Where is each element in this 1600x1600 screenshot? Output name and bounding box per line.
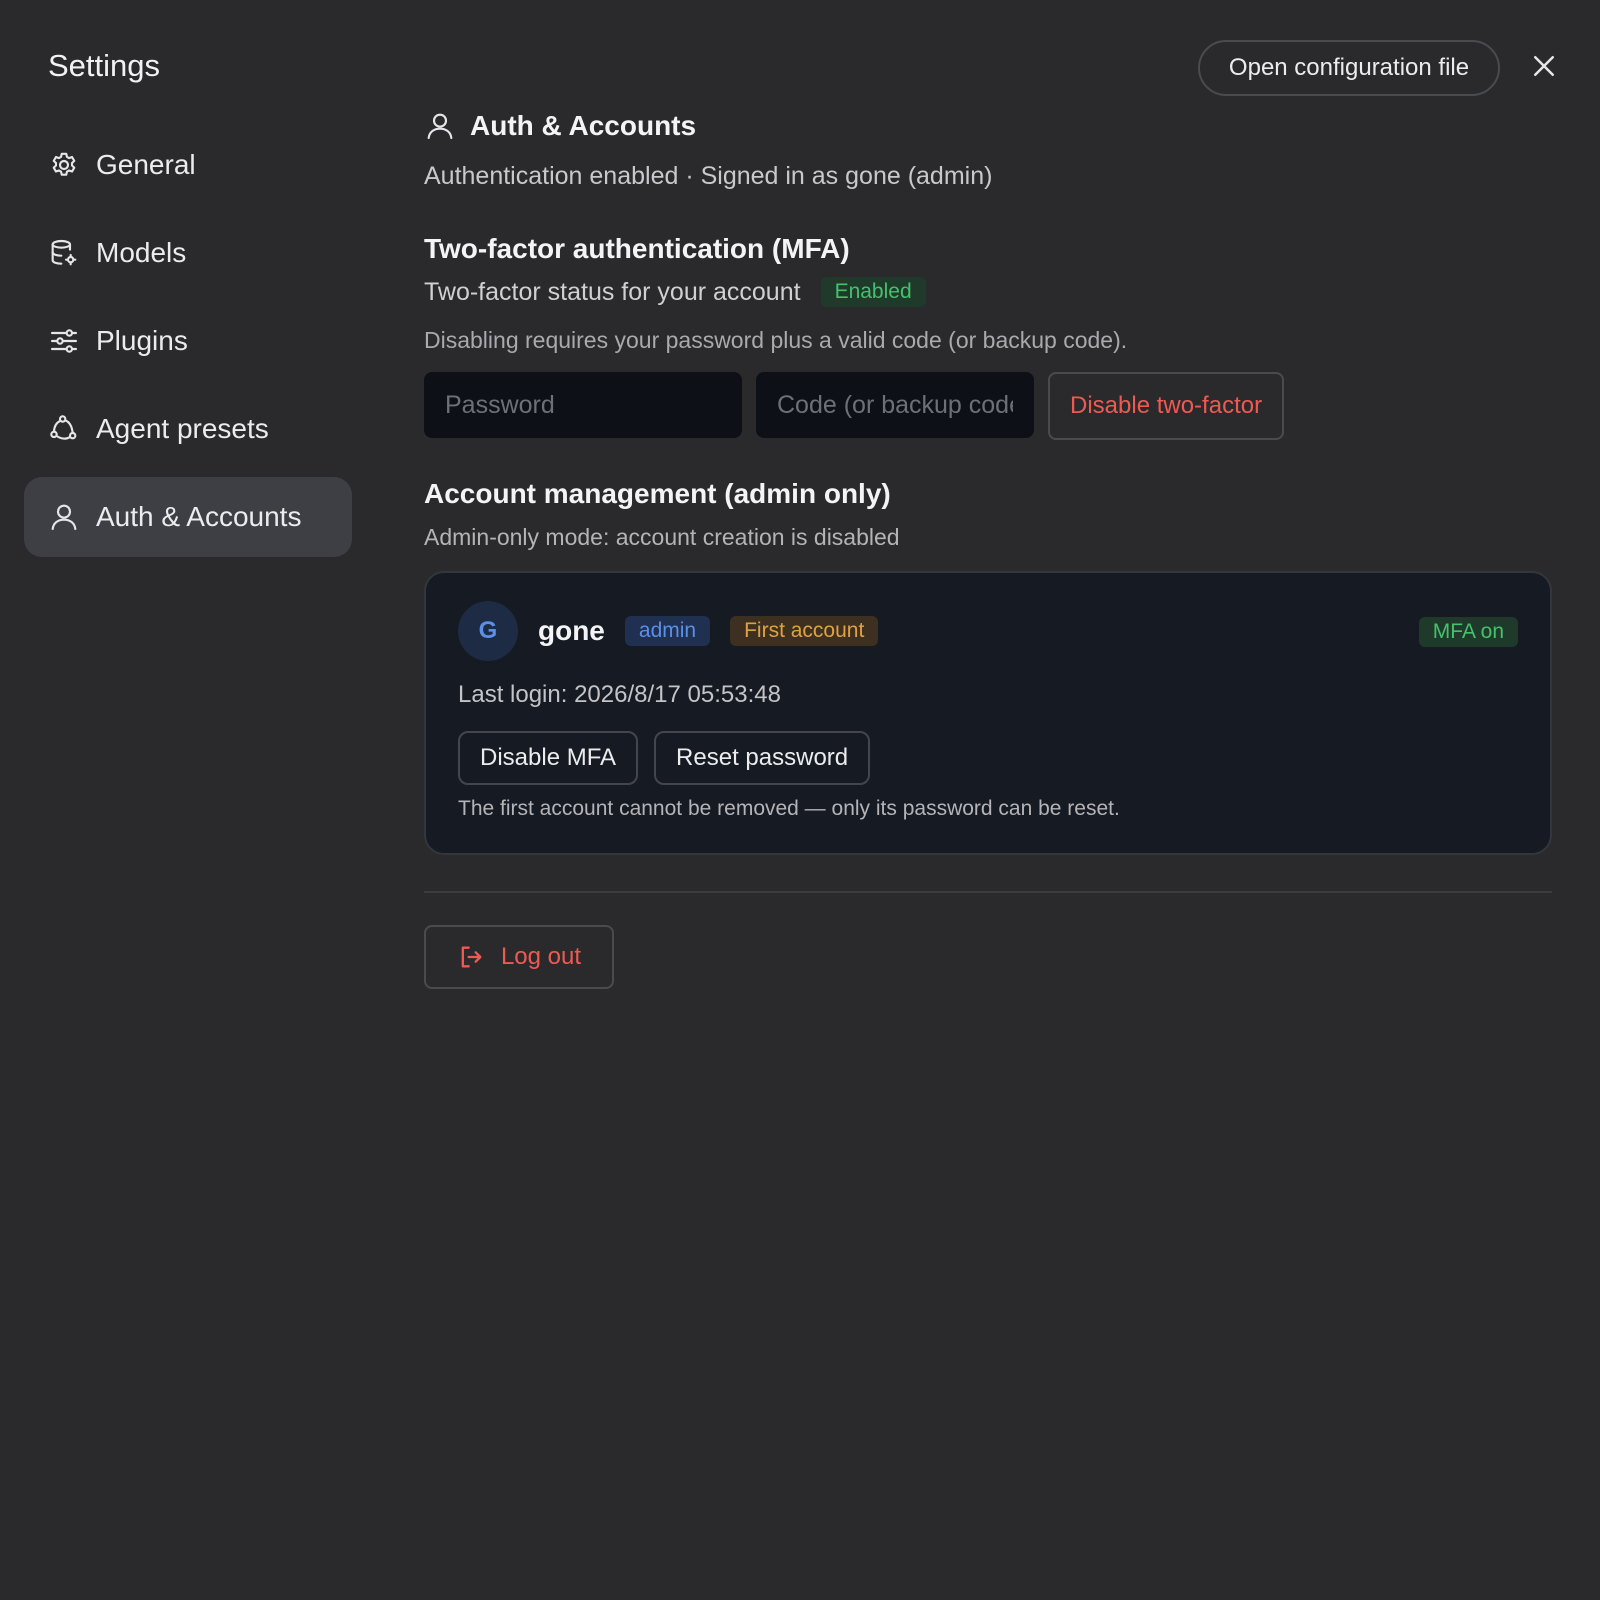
avatar: G — [458, 601, 518, 661]
user-icon — [48, 501, 80, 533]
mfa-disable-form: Disable two-factor — [424, 372, 1552, 440]
account-name-row: gone admin First account — [538, 615, 898, 647]
reset-password-button[interactable]: Reset password — [654, 731, 871, 785]
close-button[interactable] — [1528, 50, 1560, 82]
last-login: Last login: 2026/8/17 05:53:48 — [458, 681, 781, 708]
sidebar-item-agent-presets[interactable]: Agent presets — [24, 389, 352, 469]
mfa-code-input[interactable] — [756, 372, 1034, 438]
sidebar-item-models[interactable]: Models — [24, 213, 352, 293]
mfa-help-text: Disabling requires your password plus a … — [424, 327, 1128, 353]
account-management-subtitle: Admin-only mode: account creation is dis… — [424, 524, 900, 550]
mfa-enabled-badge: Enabled — [820, 277, 926, 307]
sidebar-item-label: Auth & Accounts — [96, 501, 302, 532]
sidebar-item-general[interactable]: General — [24, 125, 352, 205]
nodes-icon — [48, 413, 80, 445]
account-actions: Disable MFA Reset password — [458, 731, 886, 785]
divider — [424, 891, 1552, 893]
settings-window: Settings General Models Plugins Agent pr… — [0, 0, 1600, 1600]
mfa-status-text: Two-factor status for your account — [424, 277, 801, 306]
mfa-on-badge: MFA on — [1418, 617, 1518, 647]
sidebar-item-auth-accounts[interactable]: Auth & Accounts — [24, 477, 352, 557]
mfa-status-row: Two-factor status for your account Enabl… — [424, 277, 1552, 307]
user-icon — [424, 110, 456, 142]
auth-status-line: Authentication enabled · Signed in as go… — [424, 162, 993, 190]
logout-button[interactable]: Log out — [424, 925, 614, 989]
sliders-icon — [48, 325, 80, 357]
account-management-heading: Account management (admin only) — [424, 478, 891, 509]
sidebar-item-label: Agent presets — [96, 413, 269, 444]
logout-icon — [457, 943, 485, 971]
sidebar-item-label: General — [96, 149, 196, 180]
account-name: gone — [538, 615, 605, 646]
account-note: The first account cannot be removed — on… — [458, 797, 1120, 820]
logout-label: Log out — [500, 943, 582, 970]
settings-title: Settings — [48, 48, 161, 83]
role-badge: admin — [624, 616, 711, 646]
first-account-badge: First account — [730, 616, 879, 646]
sidebar-item-plugins[interactable]: Plugins — [24, 301, 352, 381]
account-card: G gone admin First account MFA on Last l… — [424, 571, 1552, 855]
main-content: Auth & Accounts Authentication enabled ·… — [424, 108, 1552, 989]
sidebar-nav: General Models Plugins Agent presets Aut… — [24, 125, 352, 565]
close-icon — [1534, 56, 1554, 76]
database-gear-icon — [48, 237, 80, 269]
open-config-button[interactable]: Open configuration file — [1198, 40, 1500, 96]
sidebar-item-label: Models — [96, 237, 187, 268]
sidebar-item-label: Plugins — [96, 325, 188, 356]
disable-mfa-button[interactable]: Disable MFA — [458, 731, 639, 785]
mfa-heading: Two-factor authentication (MFA) — [424, 233, 850, 264]
password-input[interactable] — [424, 372, 742, 438]
section-header: Auth & Accounts — [424, 108, 1552, 144]
gear-icon — [48, 149, 80, 181]
section-title: Auth & Accounts — [470, 110, 697, 141]
disable-two-factor-button[interactable]: Disable two-factor — [1048, 372, 1285, 440]
